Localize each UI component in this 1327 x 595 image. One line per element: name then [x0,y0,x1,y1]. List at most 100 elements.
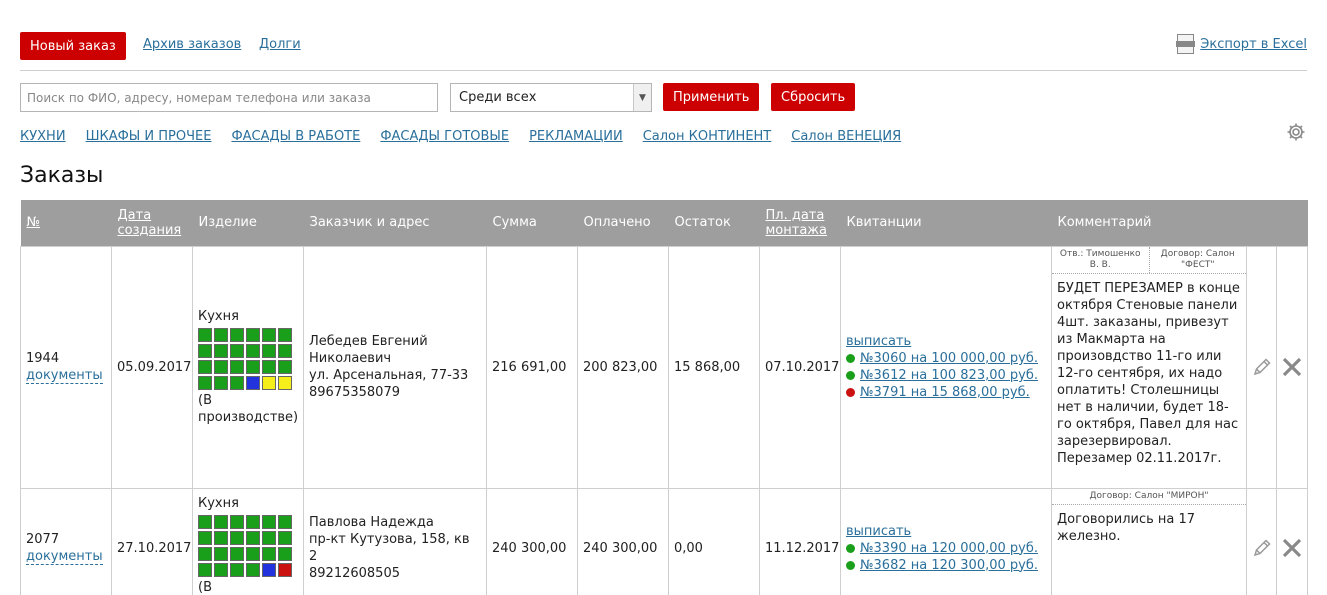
apply-button[interactable]: Применить [663,83,760,111]
filter-links: КУХНИ ШКАФЫ И ПРОЧЕЕ ФАСАДЫ В РАБОТЕ ФАС… [20,129,901,144]
col-num[interactable]: № [20,200,112,246]
progress-dots [198,328,298,390]
product-name: Кухня [198,495,239,511]
sum-cell: 216 691,00 [486,245,578,489]
product-cell: Кухня (В [192,487,304,595]
order-num-cell: 2077 документы [20,487,112,595]
stage-dot [198,376,212,390]
sort-num-link[interactable]: № [27,215,41,230]
stage-dot [198,562,212,577]
receipt-link[interactable]: №3390 на 120 000,00 руб. [860,540,1038,557]
filter-facades-ready[interactable]: ФАСАДЫ ГОТОВЫЕ [380,129,509,144]
gear-icon[interactable] [1286,122,1306,142]
stage-dot [246,344,260,358]
stage-dot [278,530,292,545]
filter-wardrobes[interactable]: ШКАФЫ И ПРОЧЕЕ [86,129,212,144]
close-icon[interactable] [1277,356,1307,378]
stage-dot [198,530,212,545]
receipts-cell: выписать №3060 на 100 000,00 руб. №3612 … [840,245,1052,489]
product-name: Кухня [198,309,239,324]
debts-link[interactable]: Долги [259,37,301,52]
export-excel-link[interactable]: Экспорт в Excel [1200,37,1307,52]
stage-dot [230,546,244,561]
filter-salon-continent[interactable]: Салон КОНТИНЕНТ [643,129,772,144]
filter-kitchens[interactable]: КУХНИ [20,129,66,144]
delete-cell [1276,245,1308,489]
stage-dot [278,546,292,561]
product-cell: Кухня (В производстве) [192,245,304,489]
receipt-item: №3791 на 15 868,00 руб. [846,384,1046,401]
receipt-item: №3682 на 120 300,00 руб. [846,557,1046,574]
pencil-icon[interactable] [1247,537,1276,559]
stage-dot [198,328,212,342]
created-date: 05.09.2017 [111,245,193,489]
col-created[interactable]: Дата создания [111,200,193,246]
documents-link[interactable]: документы [26,549,103,565]
stage-dot [278,344,292,358]
sort-mount-link[interactable]: Пл. дата монтажа [766,208,827,238]
export-excel[interactable]: Экспорт в Excel [1176,34,1307,54]
stage-dot [278,514,292,529]
receipt-link[interactable]: №3612 на 100 823,00 руб. [860,367,1038,384]
documents-link[interactable]: документы [26,368,103,384]
close-icon[interactable] [1277,537,1307,559]
table-header: № Дата создания Изделие Заказчик и адрес … [20,200,1308,246]
pencil-icon[interactable] [1247,356,1276,378]
order-status: (В производстве) [198,393,299,425]
search-input[interactable] [20,83,438,112]
paid-cell: 240 300,00 [577,487,669,595]
receipt-link[interactable]: №3060 на 100 000,00 руб. [860,350,1038,367]
col-product: Изделие [192,200,304,246]
stage-dot [262,546,276,561]
archive-link[interactable]: Архив заказов [143,37,241,52]
status-dot-icon [846,388,855,397]
stage-dot [230,530,244,545]
stage-dot [198,360,212,374]
customer-address: пр-кт Кутузова, 158, кв 2 [309,532,470,564]
stage-dot [278,562,292,577]
receipt-link[interactable]: №3682 на 120 300,00 руб. [860,557,1038,574]
mount-date-cell: 07.10.2017 [759,245,841,489]
stage-dot [198,514,212,529]
comment-meta: Отв.: Тимошенко В. В. Договор: Салон "ФЕ… [1052,246,1246,274]
issue-receipt-link[interactable]: выписать [846,524,911,539]
edit-cell [1246,487,1277,595]
stage-dot [262,530,276,545]
issue-receipt-link[interactable]: выписать [846,334,911,349]
stage-dot [230,328,244,342]
filter-facades-in-work[interactable]: ФАСАДЫ В РАБОТЕ [231,129,360,144]
orders-table: № Дата создания Изделие Заказчик и адрес … [20,200,1308,595]
receipts-cell: выписать №3390 на 120 000,00 руб. №3682 … [840,487,1052,595]
stage-dot [214,530,228,545]
new-order-button[interactable]: Новый заказ [20,32,126,60]
filter-claims[interactable]: РЕКЛАМАЦИИ [529,129,623,144]
stage-dot [214,546,228,561]
order-number: 2077 [26,532,60,547]
stage-dot [278,328,292,342]
stage-dot [214,328,228,342]
customer-name: Павлова Надежда [309,515,434,530]
stage-dot [262,562,276,577]
edit-cell [1246,245,1277,489]
scope-select[interactable]: Среди всех ▼ [450,83,652,112]
reset-button[interactable]: Сбросить [771,83,856,111]
chevron-down-icon[interactable]: ▼ [633,84,651,111]
col-mount-date[interactable]: Пл. дата монтажа [759,200,841,246]
stage-dot [262,344,276,358]
stage-dot [214,562,228,577]
stage-dot [198,546,212,561]
sort-created-link[interactable]: Дата создания [118,208,182,238]
customer-cell: Павлова Надежда пр-кт Кутузова, 158, кв … [303,487,487,595]
stage-dot [278,376,292,390]
delete-cell [1276,487,1308,595]
stage-dot [246,546,260,561]
comment-text: БУДЕТ ПЕРЕЗАМЕР в конце октября Стеновые… [1057,280,1240,466]
status-dot-icon [846,354,855,363]
receipt-link[interactable]: №3791 на 15 868,00 руб. [860,384,1030,401]
filter-salon-venice[interactable]: Салон ВЕНЕЦИЯ [791,129,901,144]
table-row: 1944 документы 05.09.2017 Кухня (В произ… [20,245,1308,489]
col-customer: Заказчик и адрес [303,200,487,246]
stage-dot [230,514,244,529]
stage-dot [214,514,228,529]
paid-cell: 200 823,00 [577,245,669,489]
